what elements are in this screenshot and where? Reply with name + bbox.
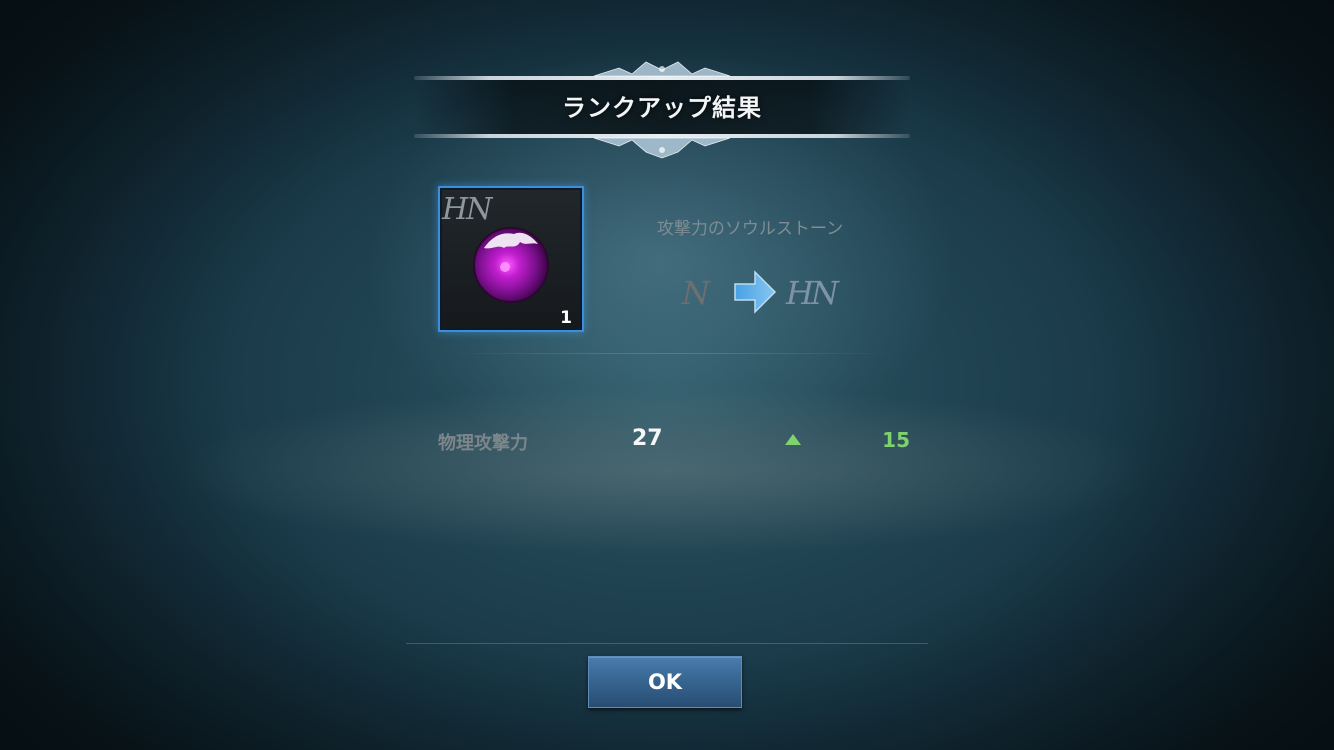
item-icon-card[interactable]: HN 1 — [438, 186, 584, 332]
stat-increase: 15 — [882, 428, 910, 452]
title-banner: ランクアップ結果 — [414, 58, 910, 162]
section-divider — [450, 353, 890, 354]
up-triangle-icon — [785, 434, 801, 445]
item-count: 1 — [560, 308, 572, 328]
rank-up-result-screen: ランクアップ結果 HN 1 攻撃力のソウルストーン N HN 物理攻撃力 27 … — [0, 0, 1334, 750]
item-name: 攻撃力のソウルストーン — [656, 219, 844, 239]
stat-label: 物理攻撃力 — [438, 433, 528, 454]
right-arrow-icon — [734, 270, 777, 314]
footer-divider — [406, 643, 928, 644]
rank-from: N — [682, 274, 710, 312]
ok-button[interactable]: OK — [588, 656, 742, 708]
stat-value: 27 — [632, 426, 663, 451]
rank-to: HN — [786, 274, 839, 312]
dialog-title: ランクアップ結果 — [562, 94, 762, 122]
soul-stone-orb-icon — [473, 227, 549, 303]
